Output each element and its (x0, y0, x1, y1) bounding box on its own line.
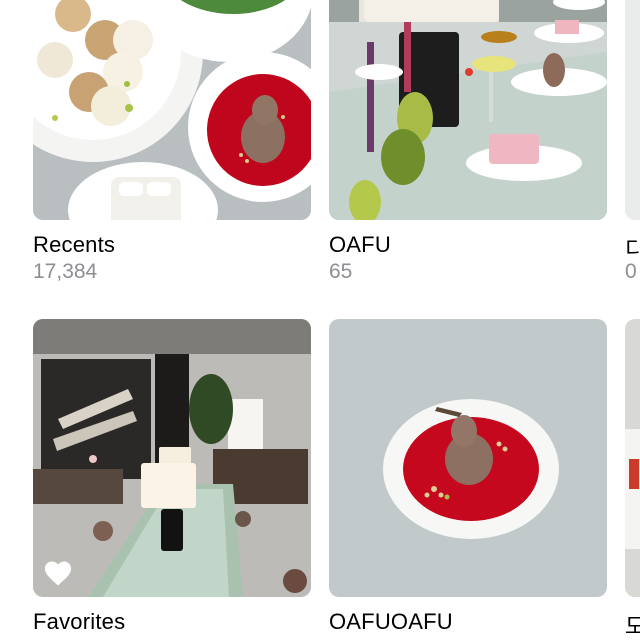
album-title: Favorites (33, 609, 126, 634)
album-title: OAFU (329, 232, 391, 257)
album-oafuoafu[interactable]: OAFUOAFU (329, 319, 607, 634)
album-count: 65 (329, 260, 353, 283)
album-count: 17,384 (33, 260, 98, 283)
album-favorites[interactable]: Favorites (33, 319, 311, 634)
album-count: 0 (625, 260, 637, 283)
album-partial-1[interactable]: 디 0 (625, 0, 640, 283)
albums-grid: Recents 17,384 OAFU 65 디 0 Favorites OAF… (0, 0, 640, 640)
album-thumbnail (625, 0, 640, 220)
album-thumbnail (33, 0, 311, 220)
album-thumbnail (329, 0, 607, 220)
album-title: OAFUOAFU (329, 609, 453, 634)
album-title: Recents (33, 232, 116, 257)
album-thumbnail (625, 319, 640, 597)
heart-icon (44, 561, 72, 586)
album-oafu[interactable]: OAFU 65 (329, 0, 607, 283)
album-title: 도 (625, 614, 640, 639)
album-thumbnail (329, 319, 607, 597)
album-partial-2[interactable]: 도 (625, 319, 640, 639)
album-recents[interactable]: Recents 17,384 (33, 0, 311, 283)
album-thumbnail (33, 319, 311, 597)
